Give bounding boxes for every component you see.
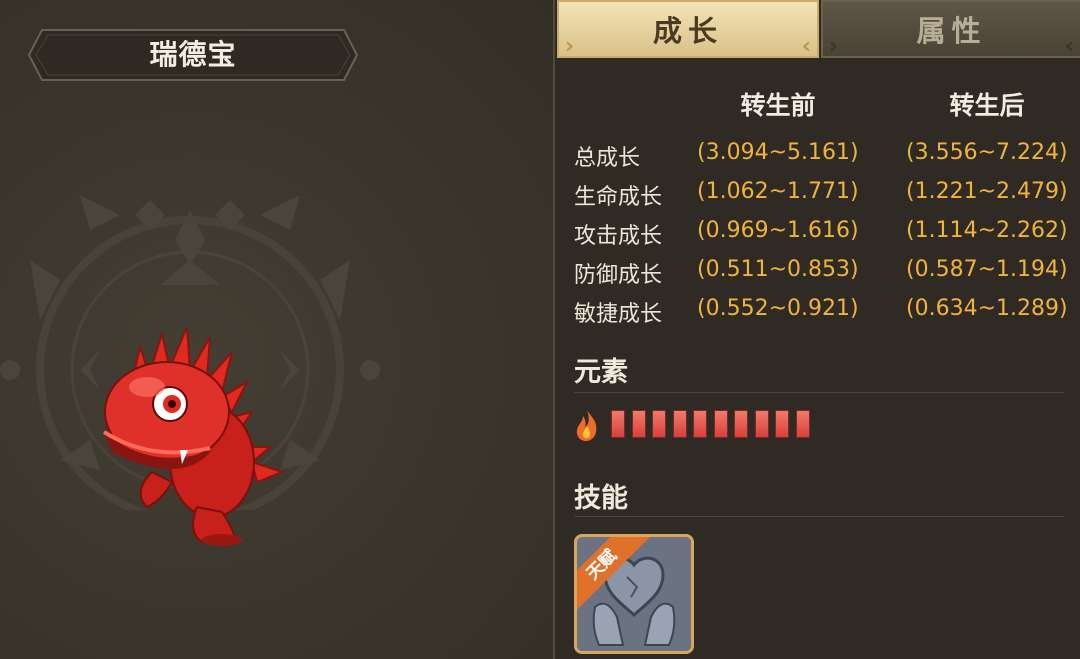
chevron-right-icon: › [829,34,839,59]
growth-after-value: (1.221~2.479) [906,179,1068,204]
element-bar [574,406,874,442]
tab-attributes-label: 属性 [916,14,987,48]
growth-before-value: (0.969~1.616) [697,218,859,243]
growth-after-value: (1.114~2.262) [906,218,1068,243]
element-segment [775,410,789,438]
growth-row-agility: 敏捷成长 (0.552~0.921) (0.634~1.289) [574,296,1074,332]
growth-row-hp: 生命成长 (1.062~1.771) (1.221~2.479) [574,179,1074,215]
element-segment [631,410,646,438]
pet-creature-image [102,326,285,546]
growth-row-defense: 防御成长 (0.511~0.853) (0.587~1.194) [574,257,1074,293]
divider [574,516,1064,517]
growth-row-total: 总成长 (3.094~5.161) (3.556~7.224) [574,140,1074,176]
growth-before-value: (0.552~0.921) [697,296,859,321]
column-header-before: 转生前 [740,91,816,120]
pet-display-panel: 瑞德宝 [0,0,553,659]
element-section-title: 元素 [574,357,628,388]
skill-slot-talent[interactable]: 天赋 [574,534,694,654]
divider [574,392,1064,393]
element-segment [672,410,687,438]
fire-icon [576,410,597,441]
column-header-after: 转生后 [949,91,1025,120]
element-segment [754,410,769,438]
growth-label: 攻击成长 [574,224,663,249]
growth-after-value: (3.556~7.224) [906,140,1068,165]
growth-label: 敏捷成长 [574,302,663,327]
growth-label: 总成长 [574,146,641,171]
tab-attributes[interactable]: › 属性 ‹ [821,0,1080,59]
growth-before-value: (1.062~1.771) [697,179,859,204]
growth-label: 生命成长 [574,185,663,210]
growth-label: 防御成长 [574,263,663,288]
skills-section-title: 技能 [574,483,628,514]
tab-growth[interactable]: › 成长 ‹ [557,0,819,59]
chevron-left-icon: ‹ [801,34,811,59]
growth-after-value: (0.634~1.289) [906,296,1068,321]
element-segment [713,410,728,438]
element-segment [734,410,748,438]
growth-after-value: (0.587~1.194) [906,257,1068,282]
chevron-left-icon: ‹ [1064,34,1074,59]
tab-growth-label: 成长 [652,14,723,48]
chevron-right-icon: › [565,34,575,59]
growth-row-attack: 攻击成长 (0.969~1.616) (1.114~2.262) [574,218,1074,254]
element-segment [693,410,707,438]
element-segment [652,410,666,438]
info-panel: › 成长 ‹ › 属性 ‹ 转生前 转生后 总成长 (3.094~5.161) … [553,0,1080,659]
growth-before-value: (0.511~0.853) [697,257,859,282]
element-segment [611,410,625,438]
growth-before-value: (3.094~5.161) [697,140,859,165]
element-segment [795,410,810,438]
pet-name-plate: 瑞德宝 [28,29,358,81]
pet-name: 瑞德宝 [149,38,237,71]
